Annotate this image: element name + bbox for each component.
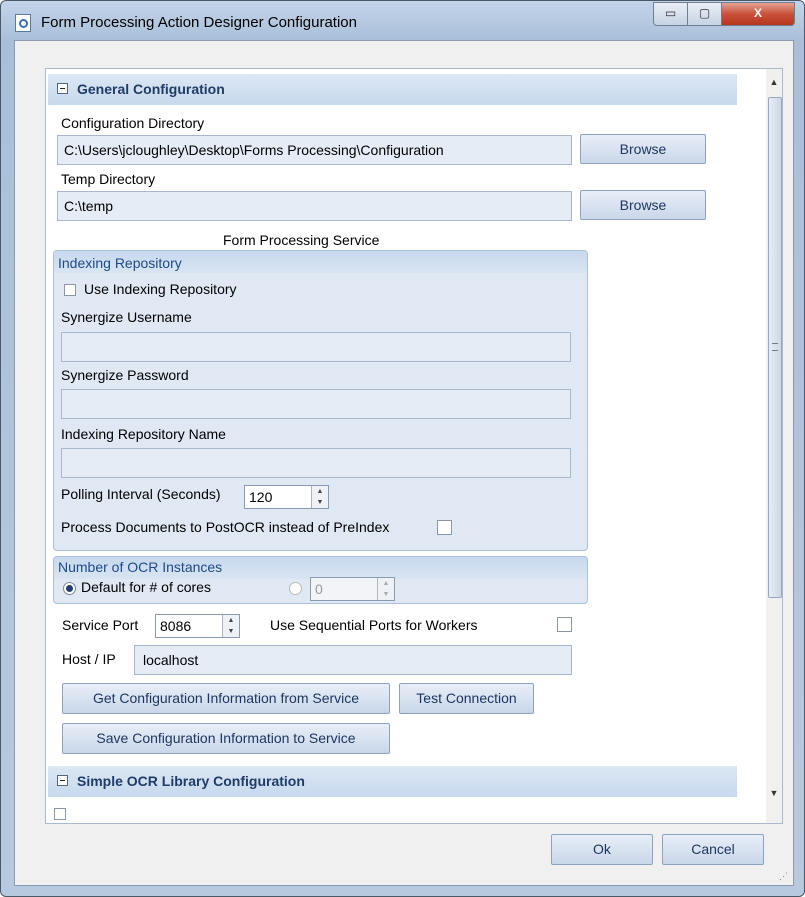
simple-ocr-header[interactable]: Simple OCR Library Configuration xyxy=(48,766,737,797)
use-indexing-label: Use Indexing Repository xyxy=(84,281,237,297)
minimize-button[interactable]: ▭ xyxy=(653,2,688,26)
general-config-title: General Configuration xyxy=(77,81,225,97)
general-config-header[interactable]: General Configuration xyxy=(48,74,737,105)
save-config-button[interactable]: Save Configuration Information to Servic… xyxy=(62,723,390,754)
test-connection-button[interactable]: Test Connection xyxy=(399,683,534,714)
down-arrow-icon: ▼ xyxy=(382,591,390,598)
use-indexing-checkbox[interactable] xyxy=(64,284,76,296)
temp-dir-browse-button[interactable]: Browse xyxy=(580,190,706,220)
scroll-thumb[interactable] xyxy=(768,97,782,598)
polling-value: 120 xyxy=(249,489,273,505)
temp-dir-input[interactable]: C:\temp xyxy=(57,191,572,221)
repo-name-label: Indexing Repository Name xyxy=(61,426,226,442)
dialog-window: Form Processing Action Designer Configur… xyxy=(0,0,805,897)
ocr-instances-title: Number of OCR Instances xyxy=(58,559,223,575)
indexing-group-title: Indexing Repository xyxy=(58,255,182,271)
maximize-button[interactable]: ▢ xyxy=(687,2,722,26)
down-arrow-icon[interactable]: ▼ xyxy=(312,497,328,508)
up-arrow-icon[interactable]: ▲ xyxy=(312,486,328,497)
ok-button[interactable]: Ok xyxy=(551,834,653,865)
close-button[interactable]: X xyxy=(721,2,795,26)
config-dir-browse-button[interactable]: Browse xyxy=(580,134,706,164)
stepper-arrows[interactable]: ▲ ▼ xyxy=(222,615,239,637)
ocr-instances-group: Number of OCR Instances Default for # of… xyxy=(53,556,588,604)
stepper-arrows[interactable]: ▲ ▼ xyxy=(311,486,328,508)
collapse-icon[interactable] xyxy=(57,83,68,94)
simple-ocr-title: Simple OCR Library Configuration xyxy=(77,773,305,789)
default-cores-label: Default for # of cores xyxy=(81,579,211,595)
ocr-count-value: 0 xyxy=(315,581,323,597)
host-ip-input[interactable]: localhost xyxy=(134,645,572,675)
repo-name-input[interactable] xyxy=(61,448,571,478)
up-arrow-icon: ▲ xyxy=(382,580,390,587)
password-label: Synergize Password xyxy=(61,367,189,383)
polling-interval-stepper[interactable]: 120 ▲ ▼ xyxy=(244,485,329,509)
partially-visible-checkbox[interactable] xyxy=(54,808,66,820)
service-heading: Form Processing Service xyxy=(223,232,380,248)
cancel-button[interactable]: Cancel xyxy=(662,834,764,865)
config-dir-label: Configuration Directory xyxy=(61,115,205,131)
collapse-icon[interactable] xyxy=(57,775,68,786)
service-port-value: 8086 xyxy=(160,618,192,634)
default-cores-radio[interactable] xyxy=(63,582,76,595)
title-bar[interactable]: Form Processing Action Designer Configur… xyxy=(1,1,804,41)
ocr-count-stepper: 0 ▲ ▼ xyxy=(310,577,395,601)
grip-icon xyxy=(772,343,778,351)
postocr-checkbox[interactable] xyxy=(437,520,452,535)
config-dir-input[interactable]: C:\Users\jcloughley\Desktop\Forms Proces… xyxy=(57,135,572,165)
down-arrow-icon[interactable]: ▼ xyxy=(223,626,239,637)
temp-dir-label: Temp Directory xyxy=(61,171,156,187)
postocr-label: Process Documents to PostOCR instead of … xyxy=(61,519,390,535)
host-ip-label: Host / IP xyxy=(62,651,116,667)
dialog-client: General Configuration Configuration Dire… xyxy=(14,40,794,886)
sequential-ports-checkbox[interactable] xyxy=(557,617,572,632)
resize-grip-icon[interactable]: ⋰ xyxy=(779,871,788,882)
username-input[interactable] xyxy=(61,332,571,362)
up-arrow-icon[interactable]: ▲ xyxy=(223,615,239,626)
scroll-up-icon[interactable]: ▲ xyxy=(768,77,780,91)
password-input[interactable] xyxy=(61,389,571,419)
app-icon xyxy=(15,14,31,32)
scroll-panel: General Configuration Configuration Dire… xyxy=(45,68,783,824)
window-title: Form Processing Action Designer Configur… xyxy=(41,14,357,31)
stepper-arrows: ▲ ▼ xyxy=(377,578,394,600)
get-config-button[interactable]: Get Configuration Information from Servi… xyxy=(62,683,390,714)
service-port-label: Service Port xyxy=(62,617,139,633)
custom-count-radio[interactable] xyxy=(289,582,302,595)
sequential-ports-label: Use Sequential Ports for Workers xyxy=(270,617,478,633)
polling-label: Polling Interval (Seconds) xyxy=(61,486,221,502)
service-port-stepper[interactable]: 8086 ▲ ▼ xyxy=(155,614,240,638)
indexing-repository-group: Indexing Repository Use Indexing Reposit… xyxy=(53,250,588,551)
vertical-scrollbar[interactable]: ▲ ▼ xyxy=(766,69,782,823)
scroll-down-icon[interactable]: ▼ xyxy=(768,788,780,802)
username-label: Synergize Username xyxy=(61,309,192,325)
